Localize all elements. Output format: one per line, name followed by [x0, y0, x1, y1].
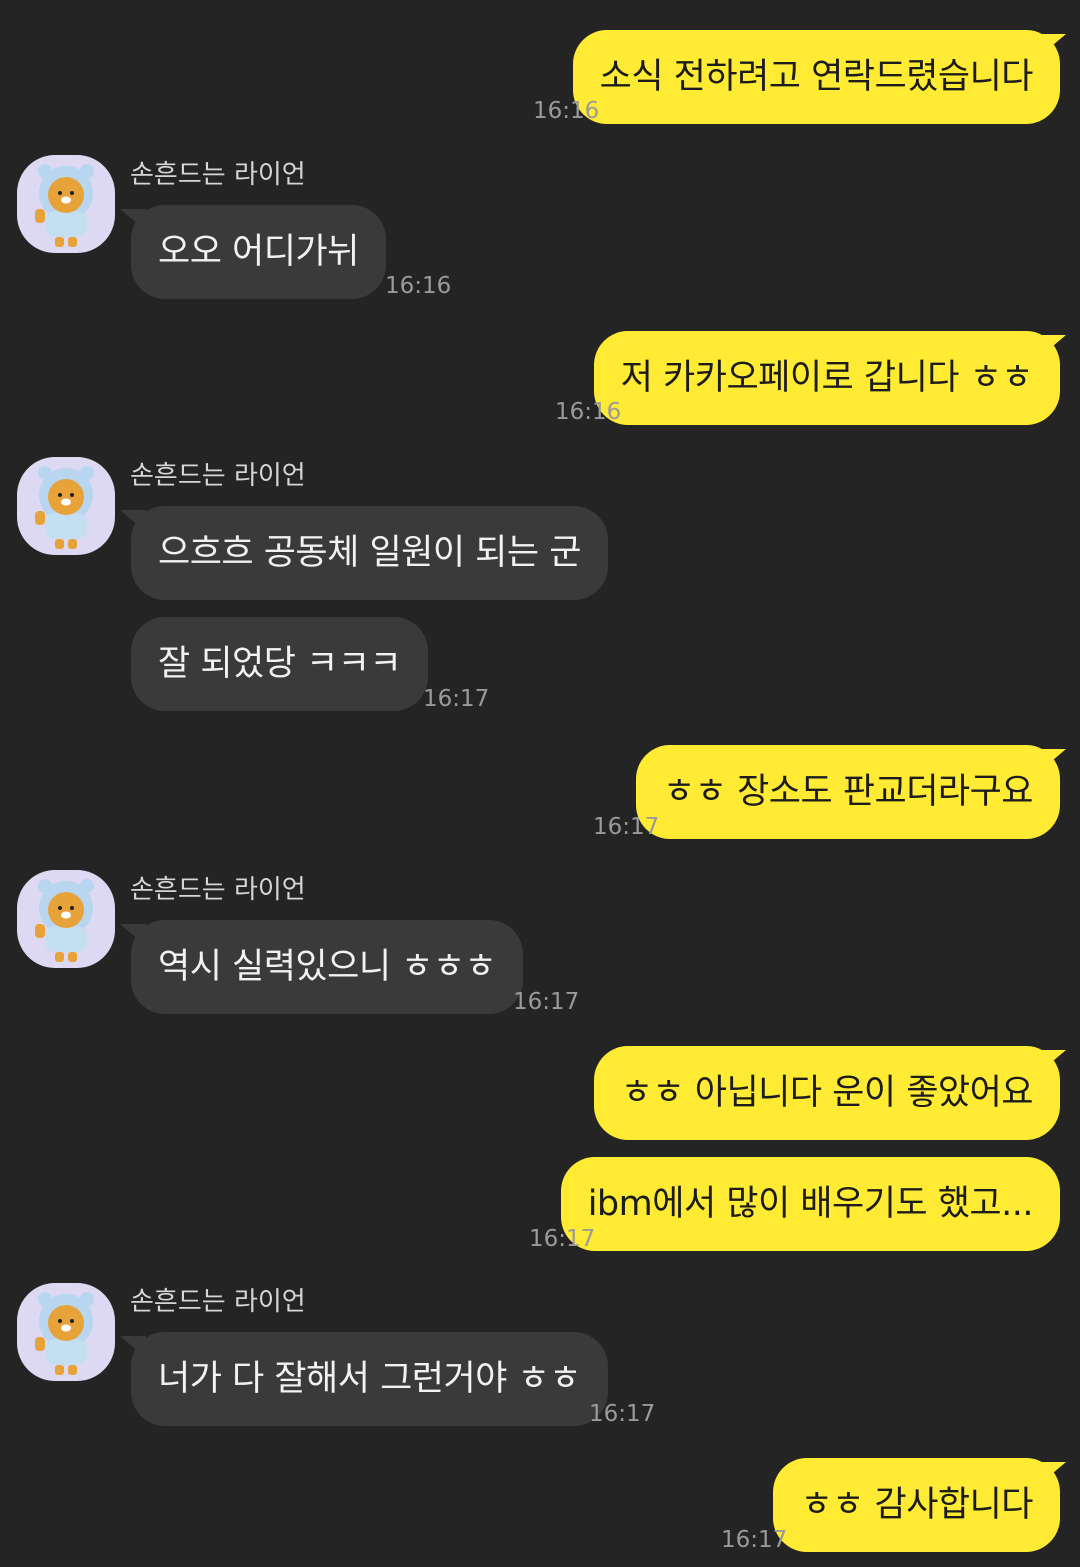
bubble-tail — [120, 1336, 146, 1358]
ryan-avatar-icon — [35, 1292, 94, 1375]
sender-name: 손흔드는 라이언 — [130, 1287, 306, 1317]
bubble-tail — [1040, 1050, 1066, 1072]
my-message-bubble[interactable]: 저 카카오페이로 갑니다 ㅎㅎ — [593, 331, 1060, 425]
message-timestamp: 16:17 — [423, 686, 490, 712]
message-timestamp: 16:17 — [589, 1401, 656, 1427]
bubble-tail — [120, 924, 146, 946]
ryan-avatar-icon — [35, 164, 94, 247]
my-message-bubble[interactable]: ㅎㅎ 감사합니다 — [773, 1458, 1060, 1552]
friend-message-bubble[interactable]: 으흐흐 공동체 일원이 되는 군 — [131, 506, 608, 600]
my-message-bubble[interactable]: ibm에서 많이 배우기도 했고... — [560, 1157, 1060, 1251]
friend-avatar[interactable] — [17, 457, 115, 555]
message-timestamp: 16:17 — [593, 814, 660, 840]
message-timestamp: 16:17 — [721, 1527, 788, 1553]
friend-message-bubble[interactable]: 오오 어디가뉘 — [131, 205, 386, 299]
friend-avatar[interactable] — [17, 870, 115, 968]
ryan-avatar-icon — [35, 879, 94, 962]
message-timestamp: 16:17 — [529, 1226, 596, 1252]
bubble-tail — [120, 209, 146, 231]
friend-avatar[interactable] — [17, 1283, 115, 1381]
message-timestamp: 16:17 — [513, 989, 580, 1015]
bubble-tail — [1040, 335, 1066, 357]
my-message-bubble[interactable]: ㅎㅎ 장소도 판교더라구요 — [636, 745, 1060, 839]
message-timestamp: 16:16 — [555, 399, 622, 425]
sender-name: 손흔드는 라이언 — [130, 875, 306, 905]
chat-room[interactable]: 소식 전하려고 연락드렸습니다 16:16 손흔드는 라이언 오오 어디가뉘 1… — [0, 0, 1080, 1567]
message-timestamp: 16:16 — [385, 273, 452, 299]
sender-name: 손흔드는 라이언 — [130, 160, 306, 190]
friend-avatar[interactable] — [17, 155, 115, 253]
bubble-tail — [1040, 34, 1066, 56]
message-timestamp: 16:16 — [533, 98, 600, 124]
sender-name: 손흔드는 라이언 — [130, 461, 306, 491]
bubble-tail — [120, 510, 146, 532]
my-message-bubble[interactable]: 소식 전하려고 연락드렸습니다 — [572, 30, 1060, 124]
my-message-bubble[interactable]: ㅎㅎ 아닙니다 운이 좋았어요 — [593, 1046, 1060, 1140]
bubble-tail — [1040, 1462, 1066, 1484]
friend-message-bubble[interactable]: 잘 되었당 ㅋㅋㅋ — [131, 617, 429, 711]
ryan-avatar-icon — [35, 466, 94, 549]
friend-message-bubble[interactable]: 너가 다 잘해서 그런거야 ㅎㅎ — [131, 1332, 608, 1426]
bubble-tail — [1040, 749, 1066, 771]
friend-message-bubble[interactable]: 역시 실력있으니 ㅎㅎㅎ — [131, 920, 524, 1014]
